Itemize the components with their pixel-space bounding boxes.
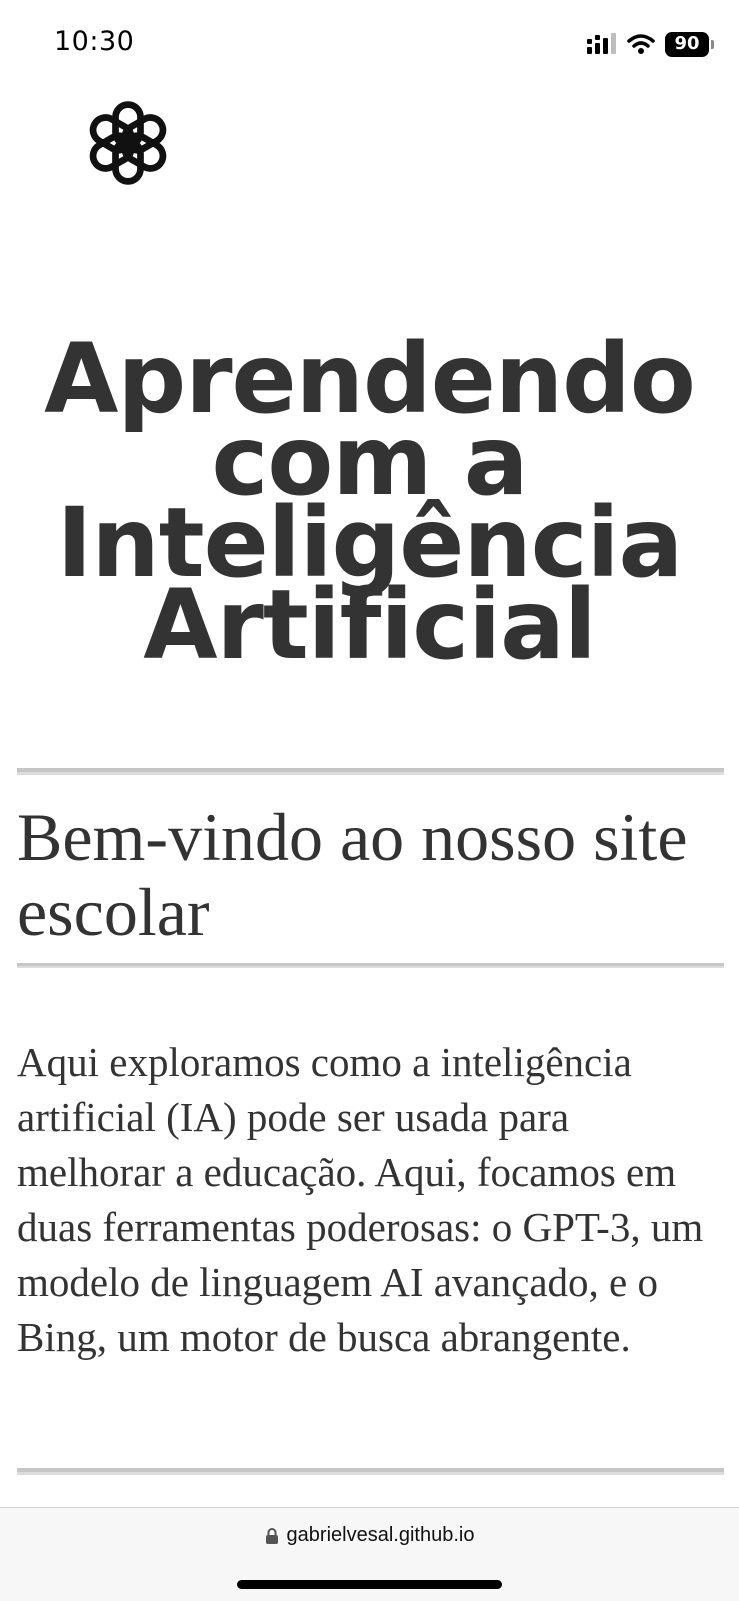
divider [17, 768, 724, 775]
lock-icon [265, 1527, 278, 1544]
divider [17, 963, 724, 968]
intro-paragraph: Aqui exploramos como a inteligência arti… [17, 1039, 704, 1360]
openai-logo-icon [89, 101, 167, 185]
divider [17, 1468, 724, 1475]
home-indicator [237, 1580, 502, 1589]
welcome-heading: Bem-vindo ao nosso site escolar [17, 799, 688, 950]
battery-level: 90 [674, 33, 700, 54]
signal-icon [587, 33, 616, 54]
status-time: 10:30 [54, 26, 135, 57]
url-text[interactable]: gabrielvesal.github.io [287, 1524, 475, 1547]
wifi-icon [627, 34, 655, 54]
battery-icon: 90 [665, 31, 714, 57]
status-bar: 10:30 90 [0, 0, 739, 90]
browser-toolbar: gabrielvesal.github.io [0, 1507, 739, 1601]
page-title: Aprendendo com a Inteligência Artificial [44, 323, 696, 681]
address-bar[interactable]: gabrielvesal.github.io [0, 1524, 739, 1547]
status-icons: 90 [587, 30, 714, 58]
